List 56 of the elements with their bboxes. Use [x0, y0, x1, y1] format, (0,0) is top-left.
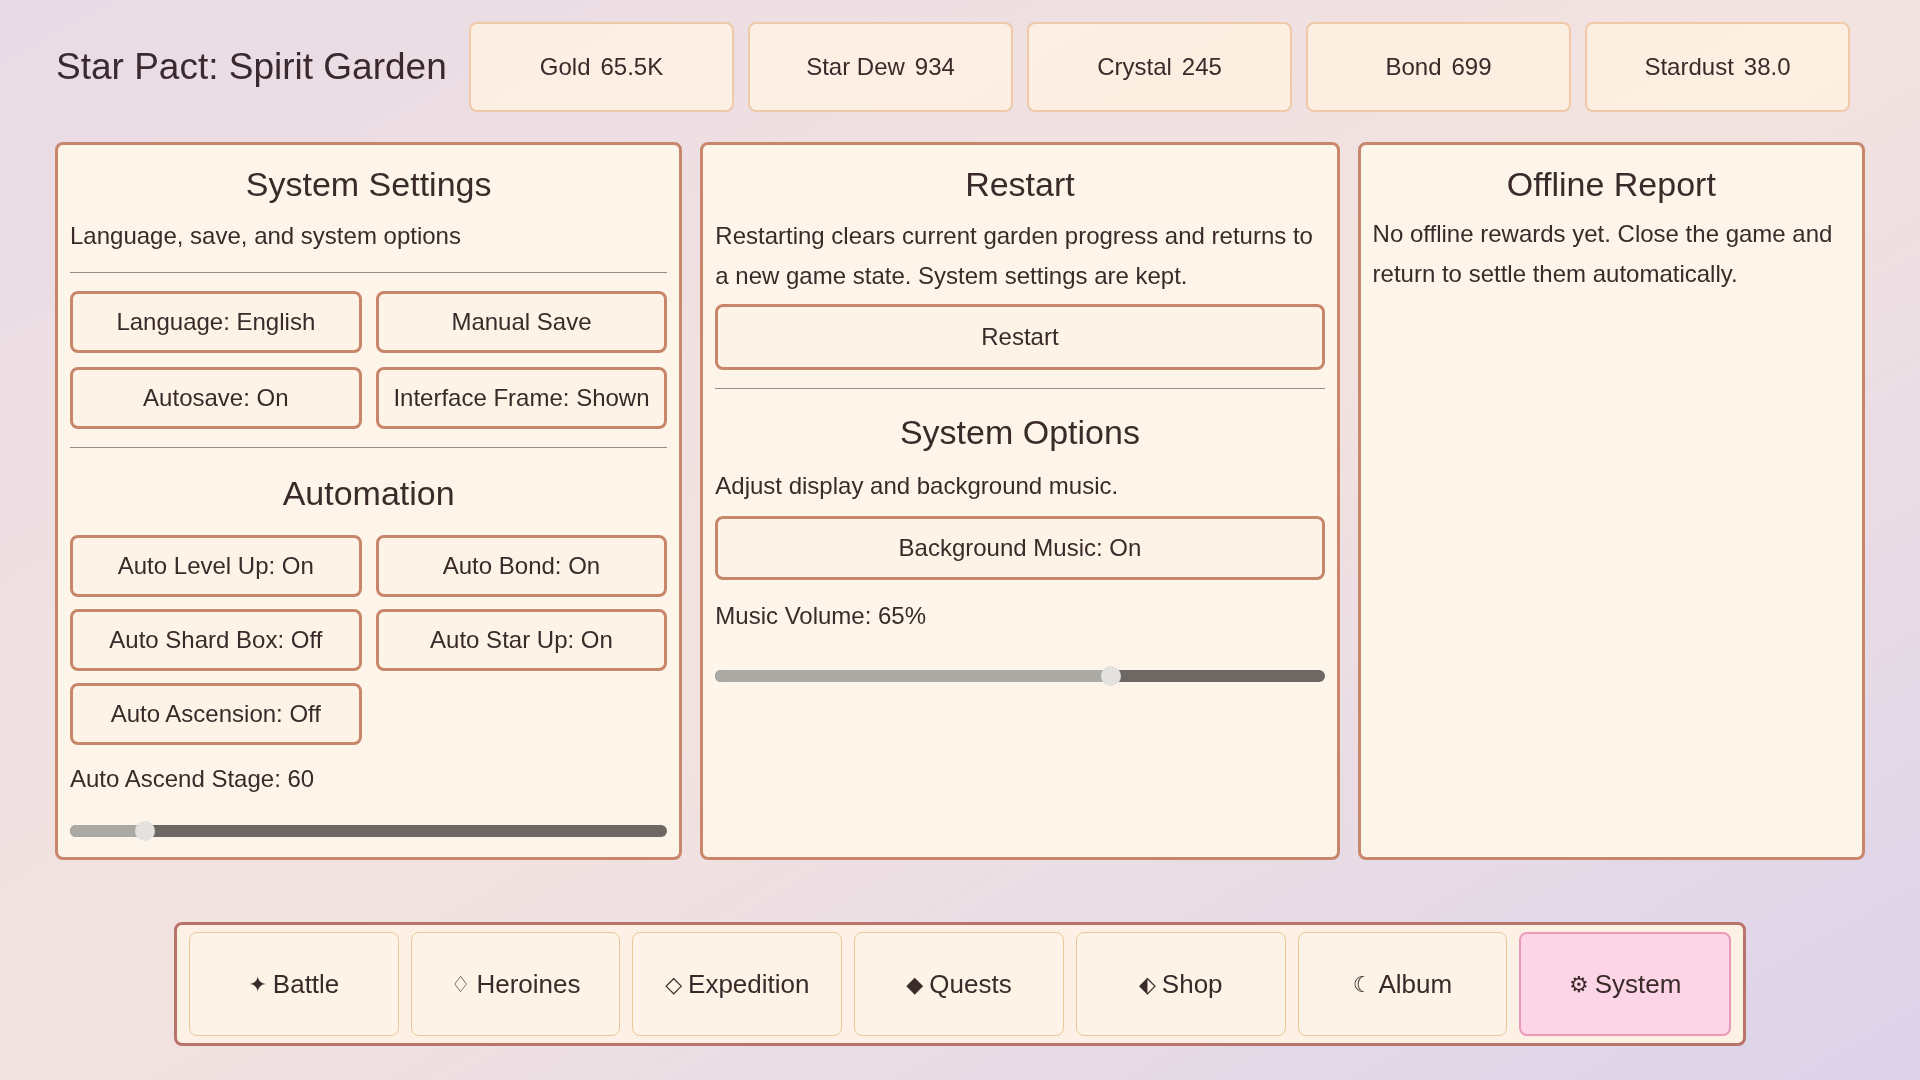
slider-label: Auto Ascend Stage: 60 [70, 764, 316, 794]
panel-subtitle: Language, save, and system options [70, 221, 462, 251]
nav-label: System [1594, 967, 1682, 1001]
toggle-button[interactable]: Manual Save [375, 291, 668, 353]
nav-label: Album [1378, 967, 1453, 1001]
nav-tab[interactable]: ☾ Album [1297, 932, 1508, 1036]
toggle-button[interactable]: Auto Star Up: On [375, 609, 668, 671]
panel-title: Offline Report [1505, 164, 1717, 205]
panel-title: Restart [964, 164, 1076, 205]
nav-icon: ⬖ [1138, 967, 1156, 1001]
game-title: Star Pact: Spirit Garden [56, 45, 448, 90]
toggle-button[interactable]: Auto Level Up: On [70, 535, 362, 597]
slider-thumb[interactable] [134, 821, 155, 841]
resource-value: 38.0 [1743, 52, 1791, 82]
nav-icon: ☾ [1352, 967, 1373, 1001]
resource-value: 934 [914, 52, 955, 82]
toggle-button[interactable]: Autosave: On [70, 367, 362, 429]
resource-label: Gold [539, 52, 591, 82]
nav-label: Quests [929, 967, 1012, 1001]
restart-button[interactable]: Restart [715, 304, 1325, 370]
nav-label: Battle [272, 967, 340, 1001]
toggle-button[interactable]: Auto Ascension: Off [70, 683, 362, 745]
report-text: No offline rewards yet. Close the game and return to settle them automatically. [1372, 219, 1834, 289]
nav-icon: ⚙ [1568, 967, 1589, 1001]
music-toggle-button[interactable]: Background Music: On [715, 516, 1325, 580]
resource-value: 699 [1451, 52, 1492, 82]
section-description: Adjust display and background music. [715, 471, 1120, 501]
nav-tab[interactable]: ◆ Quests [854, 932, 1064, 1036]
resource-label: Star Dew [806, 52, 905, 82]
nav-label: Shop [1161, 967, 1223, 1001]
nav-label: Expedition [688, 967, 810, 1001]
resource-label: Crystal [1097, 52, 1172, 82]
toggle-button[interactable]: Language: English [70, 291, 362, 353]
toggle-button[interactable]: Auto Bond: On [375, 535, 668, 597]
nav-tab[interactable]: ⚙ System [1519, 932, 1732, 1036]
nav-icon: ◇ [665, 967, 683, 1001]
nav-tab[interactable]: ✦ Battle [189, 932, 399, 1036]
nav-tab[interactable]: ⬖ Shop [1075, 932, 1286, 1036]
nav-icon: ✦ [248, 967, 267, 1001]
slider-label: Music Volume: 65% [715, 601, 928, 631]
resource-label: Stardust [1644, 52, 1734, 82]
slider-thumb[interactable] [1101, 666, 1122, 686]
panel-title: System Settings [244, 164, 493, 205]
section-title: Automation [281, 473, 456, 514]
resource-value: 245 [1181, 52, 1222, 82]
toggle-button[interactable]: Auto Shard Box: Off [70, 609, 362, 671]
section-title: System Options [898, 412, 1141, 453]
toggle-button[interactable]: Interface Frame: Shown [375, 367, 668, 429]
panel-description: Restarting clears current garden progress and returns to a new game state. System settings are kept. [715, 221, 1314, 291]
nav-label: Heroines [476, 967, 581, 1001]
resource-label: Bond [1385, 52, 1442, 82]
nav-tab[interactable]: ◇ Expedition [632, 932, 843, 1036]
nav-icon: ◆ [906, 967, 924, 1001]
nav-tab[interactable]: ♢ Heroines [410, 932, 621, 1036]
resource-value: 65.5K [600, 52, 664, 82]
nav-icon: ♢ [450, 967, 471, 1001]
